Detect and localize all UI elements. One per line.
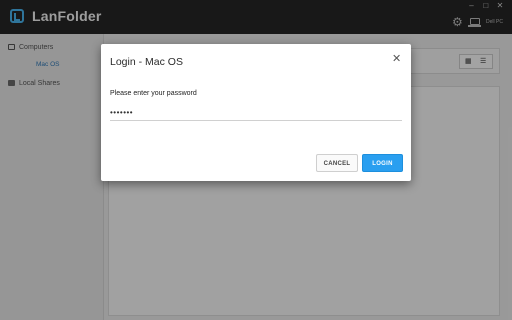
cancel-button[interactable]: CANCEL (316, 154, 358, 172)
close-icon[interactable]: ✕ (392, 54, 401, 65)
password-prompt: Please enter your password (110, 90, 197, 97)
dialog-title: Login - Mac OS (110, 56, 183, 68)
login-button[interactable]: LOGIN (362, 154, 403, 172)
password-field[interactable] (110, 104, 402, 121)
login-dialog: Login - Mac OS ✕ Please enter your passw… (101, 44, 411, 181)
